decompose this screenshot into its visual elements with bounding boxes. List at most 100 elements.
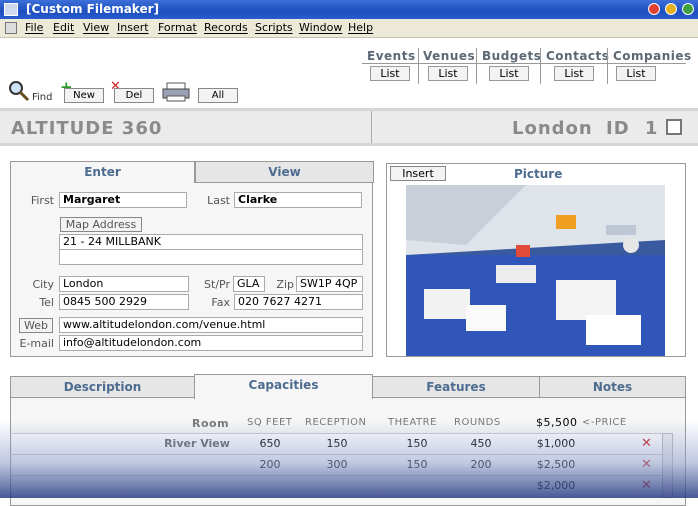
venue-photo <box>406 185 665 356</box>
nav-contacts[interactable]: Contacts <box>546 49 609 63</box>
del-button[interactable]: Del <box>114 88 154 103</box>
table-row[interactable]: River View 650 150 150 450 $1,000 ✕ <box>12 433 672 454</box>
menu-window[interactable]: Window <box>299 21 342 34</box>
zip-label: Zip <box>276 278 294 291</box>
menu-bar: File Edit View Insert Format Records Scr… <box>0 19 698 38</box>
menu-help[interactable]: Help <box>348 21 373 34</box>
tel-field[interactable]: 0845 500 2929 <box>59 294 189 310</box>
menu-view[interactable]: View <box>83 21 109 34</box>
email-label: E-mail <box>19 337 55 350</box>
table-row[interactable]: 200 300 150 200 $2,500 ✕ <box>12 454 672 475</box>
nav-divider <box>362 63 686 64</box>
menu-scripts[interactable]: Scripts <box>255 21 293 34</box>
zip-field[interactable]: SW1P 4QP <box>296 276 363 292</box>
table-row[interactable]: $2,000 ✕ <box>12 475 672 496</box>
theatre-cell: 150 <box>406 458 428 471</box>
record-header: ALTITUDE 360 London ID 1 <box>0 108 698 146</box>
rounds-header: ROUNDS <box>454 417 501 428</box>
close-button[interactable] <box>682 3 694 15</box>
price-cell: $2,000 <box>536 479 576 492</box>
picture-title: Picture <box>514 167 563 181</box>
find-label[interactable]: Find <box>32 92 53 103</box>
reception-header: RECEPTION <box>305 417 367 428</box>
web-button[interactable]: Web <box>19 318 53 333</box>
last-label: Last <box>207 194 230 207</box>
delete-row-icon[interactable]: ✕ <box>641 478 652 493</box>
room-cell: River View <box>164 437 230 450</box>
sqfeet-header: SQ FEET <box>247 417 293 428</box>
nav-budgets[interactable]: Budgets <box>482 49 541 63</box>
theatre-header: THEATRE <box>388 417 437 428</box>
price-note: <-PRICE <box>582 417 627 428</box>
minimize-button[interactable] <box>648 3 660 15</box>
sqfeet-cell: 200 <box>259 458 281 471</box>
room-header: Room <box>192 417 230 430</box>
tel-label: Tel <box>39 296 54 309</box>
printer-icon[interactable] <box>162 82 190 102</box>
delete-row-icon[interactable]: ✕ <box>641 457 652 472</box>
reception-cell: 150 <box>326 437 348 450</box>
nav-separator <box>607 48 608 84</box>
contacts-list-button[interactable]: List <box>554 66 594 81</box>
menu-format[interactable]: Format <box>158 21 197 34</box>
location-name: London <box>512 118 593 139</box>
stpr-field[interactable]: GLA <box>233 276 265 292</box>
first-label: First <box>30 194 54 207</box>
web-field[interactable]: www.altitudelondon.com/venue.html <box>59 317 363 333</box>
search-icon[interactable] <box>8 80 30 102</box>
nav-separator <box>418 48 419 84</box>
events-list-button[interactable]: List <box>370 66 410 81</box>
nav-events[interactable]: Events <box>367 49 416 63</box>
tab-capacities[interactable]: Capacities <box>194 374 373 399</box>
price-header: $5,500 <box>536 416 578 429</box>
address-field[interactable]: 21 - 24 MILLBANK <box>59 234 363 250</box>
first-field[interactable]: Margaret <box>59 192 187 208</box>
rounds-cell: 200 <box>470 458 492 471</box>
tab-view[interactable]: View <box>195 161 374 183</box>
companies-list-button[interactable]: List <box>616 66 656 81</box>
id-value: 1 <box>644 118 659 139</box>
nav-companies[interactable]: Companies <box>613 49 692 63</box>
menu-file[interactable]: File <box>25 21 43 34</box>
email-field[interactable]: info@altitudelondon.com <box>59 335 363 351</box>
stpr-label: St/Pr <box>204 278 230 291</box>
title-bar: [Custom Filemaker] <box>0 0 698 19</box>
budgets-list-button[interactable]: List <box>489 66 529 81</box>
last-field[interactable]: Clarke <box>234 192 362 208</box>
theatre-cell: 150 <box>406 437 428 450</box>
map-address-button[interactable]: Map Address <box>60 217 142 232</box>
nav-separator <box>540 48 541 84</box>
document-icon <box>5 22 17 34</box>
menu-edit[interactable]: Edit <box>53 21 74 34</box>
reception-cell: 300 <box>326 458 348 471</box>
address-line2-field[interactable] <box>59 249 363 265</box>
city-field[interactable]: London <box>59 276 189 292</box>
sqfeet-cell: 650 <box>259 437 281 450</box>
nav-separator <box>476 48 477 84</box>
toolbar: Find + New ✕ Del All Events Venues Budge… <box>0 38 698 108</box>
venues-list-button[interactable]: List <box>428 66 468 81</box>
all-button[interactable]: All <box>198 88 238 103</box>
menu-insert[interactable]: Insert <box>117 21 149 34</box>
location-id: London ID 1 <box>512 118 658 139</box>
insert-picture-button[interactable]: Insert <box>390 166 446 181</box>
record-checkbox[interactable] <box>666 119 682 135</box>
tab-enter[interactable]: Enter <box>10 161 195 183</box>
delete-row-icon[interactable]: ✕ <box>641 436 652 451</box>
window-title: [Custom Filemaker] <box>26 2 160 16</box>
price-cell: $2,500 <box>536 458 576 471</box>
table-scrollbar[interactable] <box>662 433 673 498</box>
nav-venues[interactable]: Venues <box>423 49 475 63</box>
tab-notes[interactable]: Notes <box>539 376 686 398</box>
price-cell: $1,000 <box>536 437 576 450</box>
header-separator <box>371 111 372 143</box>
menu-records[interactable]: Records <box>204 21 248 34</box>
fax-label: Fax <box>211 296 230 309</box>
tab-features[interactable]: Features <box>372 376 540 398</box>
maximize-button[interactable] <box>665 3 677 15</box>
new-button[interactable]: New <box>64 88 104 103</box>
venue-name: ALTITUDE 360 <box>11 118 163 139</box>
id-label: ID <box>606 118 630 139</box>
tab-description[interactable]: Description <box>10 376 195 398</box>
fax-field[interactable]: 020 7627 4271 <box>234 294 363 310</box>
